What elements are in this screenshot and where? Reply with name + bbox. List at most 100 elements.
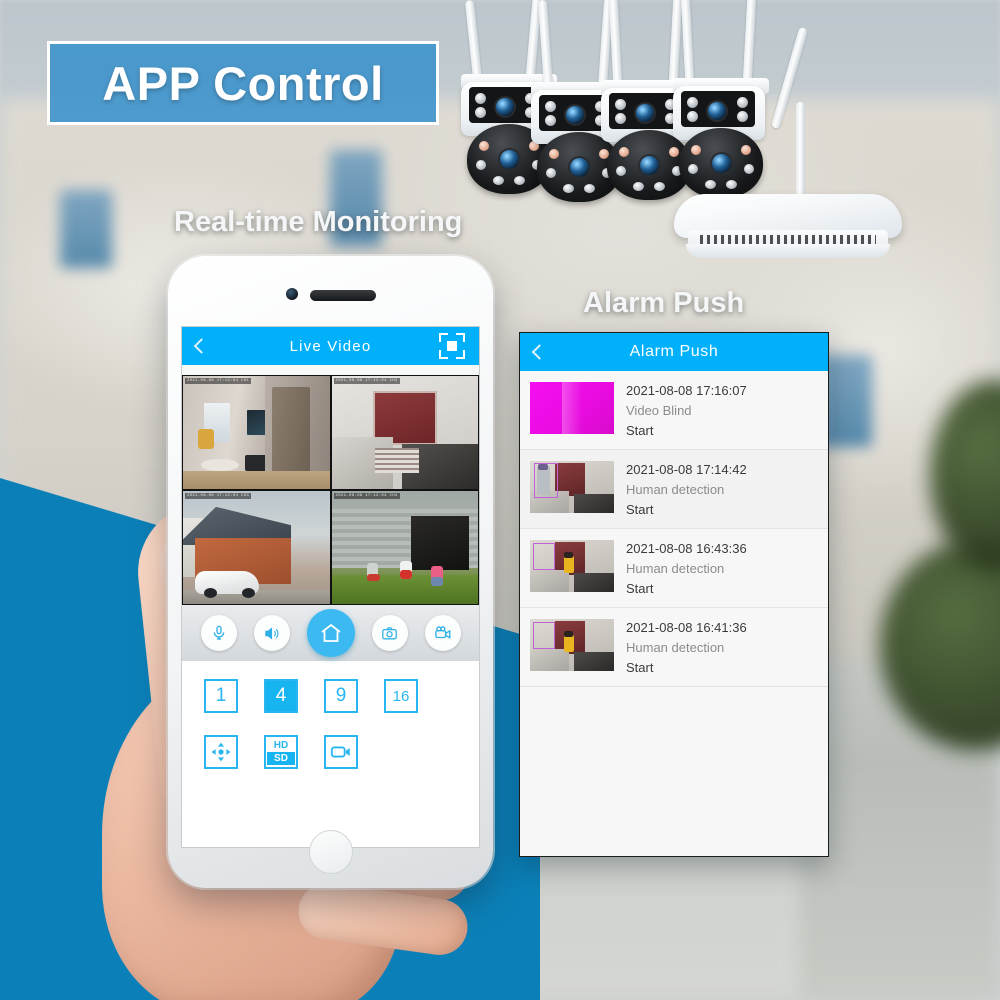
section-label-alarm: Alarm Push	[583, 287, 745, 319]
speaker-icon	[265, 626, 279, 640]
alarm-push-panel: Alarm Push 2021-08-08 17:16:07 Video Bli…	[519, 332, 829, 857]
video-cell[interactable]: 2021-08-08 17:12:04 CH3	[183, 491, 330, 604]
video-camera-icon	[434, 626, 450, 639]
ir-led-icon	[545, 101, 556, 112]
layout-option-row: 1 4 9 16	[204, 679, 457, 713]
ir-led-icon	[688, 164, 698, 174]
phone-home-hardware-button[interactable]	[308, 830, 353, 874]
microphone-icon	[213, 625, 224, 640]
chevron-left-icon[interactable]	[531, 344, 548, 360]
camera-hardware-group: FUERS FUERS	[445, 0, 945, 214]
option-area: 1 4 9 16 HD SD	[182, 661, 479, 801]
ir-led-icon	[654, 182, 665, 191]
lens-icon	[570, 158, 589, 177]
ir-led-icon	[616, 166, 626, 176]
person-figure	[400, 570, 413, 580]
ir-led-icon	[687, 111, 698, 122]
ir-led-icon	[475, 107, 486, 118]
speaker-button[interactable]	[253, 615, 290, 651]
ir-led-icon	[475, 93, 486, 104]
layout-option-16[interactable]: 16	[384, 679, 418, 713]
lens-icon	[708, 102, 726, 120]
ir-led-icon	[633, 182, 644, 191]
alarm-type: Human detection	[626, 482, 725, 497]
ir-led-icon	[514, 176, 525, 185]
home-button[interactable]	[306, 609, 355, 657]
alarm-type: Human detection	[626, 640, 725, 655]
record-button[interactable]	[424, 615, 461, 651]
alarm-timestamp: 2021-08-08 17:14:42	[626, 462, 747, 477]
person-figure	[431, 576, 443, 586]
ir-led-icon	[737, 111, 748, 122]
wireless-router	[666, 102, 910, 266]
ir-led-icon	[705, 180, 716, 189]
live-video-header: Live Video	[182, 327, 479, 365]
ir-led-icon	[476, 160, 486, 170]
control-button-row	[182, 605, 479, 661]
alarm-state: Start	[626, 660, 654, 675]
ir-led-icon	[479, 141, 489, 151]
lens-icon	[566, 106, 584, 124]
fullscreen-icon[interactable]	[439, 333, 465, 359]
video-cell[interactable]: 2021-08-08 17:12:04 CH4	[331, 491, 478, 604]
ir-led-icon	[493, 176, 504, 185]
tool-option-row: HD SD	[204, 735, 457, 769]
alarm-row[interactable]: 2021-08-08 17:14:42 Human detection Star…	[520, 450, 828, 529]
ir-led-icon	[546, 168, 556, 178]
lens-icon	[640, 156, 659, 175]
lens-icon	[500, 150, 519, 169]
alarm-type: Human detection	[626, 561, 725, 576]
alarm-type: Video Blind	[626, 403, 692, 418]
camera-icon	[382, 626, 397, 639]
microphone-button[interactable]	[200, 615, 237, 651]
layout-option-9[interactable]: 9	[324, 679, 358, 713]
person-figure	[366, 573, 380, 582]
alarm-row[interactable]: 2021-08-08 16:43:36 Human detection Star…	[520, 529, 828, 608]
smartphone-device: Live Video 2021-08-08 17:12:04 CH1 2021-…	[168, 256, 493, 888]
alarm-push-title: Alarm Push	[629, 343, 719, 360]
video-osd-label: 2021-08-08 17:12:04 CH1	[185, 378, 252, 384]
front-camera-icon	[286, 288, 298, 300]
router-base	[686, 244, 890, 258]
video-cell[interactable]: 2021-08-08 17:12:04 CH1	[183, 376, 330, 489]
alarm-thumbnail	[530, 382, 614, 434]
background-window	[60, 190, 112, 268]
layout-option-1[interactable]: 1	[204, 679, 238, 713]
alarm-row[interactable]: 2021-08-08 17:16:07 Video Blind Start	[520, 371, 828, 450]
phone-screen: Live Video 2021-08-08 17:12:04 CH1 2021-…	[181, 326, 480, 848]
alarm-state: Start	[626, 423, 654, 438]
ir-led-icon	[615, 113, 626, 124]
quality-hd-label: HD	[267, 739, 295, 752]
lens-icon	[636, 104, 654, 122]
video-cell[interactable]: 2021-08-08 17:12:04 CH2	[331, 376, 478, 489]
quality-toggle[interactable]: HD SD	[264, 735, 298, 769]
ir-led-icon	[615, 99, 626, 110]
home-icon	[320, 623, 341, 642]
ir-led-icon	[744, 164, 754, 174]
alarm-state: Start	[626, 502, 654, 517]
video-grid: 2021-08-08 17:12:04 CH1 2021-08-08 17:12…	[182, 375, 479, 605]
lens-icon	[496, 98, 514, 116]
phone-top-bezel	[168, 256, 493, 326]
quality-sd-label: SD	[267, 752, 295, 765]
antenna-icon	[608, 0, 623, 85]
ir-led-icon	[726, 180, 737, 189]
alarm-row[interactable]: 2021-08-08 16:41:36 Human detection Star…	[520, 608, 828, 687]
ir-led-icon	[737, 97, 748, 108]
antenna-icon	[464, 0, 483, 81]
ptz-pad-button[interactable]	[204, 735, 238, 769]
page-title-box: APP Control	[47, 41, 439, 125]
snapshot-button[interactable]	[371, 615, 408, 651]
antenna-icon	[680, 0, 695, 83]
playback-button[interactable]	[324, 735, 358, 769]
section-label-monitoring: Real-time Monitoring	[174, 206, 463, 238]
chevron-left-icon[interactable]	[193, 338, 210, 354]
ir-led-icon	[687, 97, 698, 108]
live-video-title: Live Video	[289, 337, 372, 355]
direction-pad-icon	[211, 742, 231, 762]
page-title: APP Control	[102, 56, 384, 110]
alarm-timestamp: 2021-08-08 17:16:07	[626, 383, 747, 398]
layout-option-4[interactable]: 4	[264, 679, 298, 713]
alarm-thumbnail	[530, 540, 614, 592]
lens-icon	[712, 154, 731, 173]
